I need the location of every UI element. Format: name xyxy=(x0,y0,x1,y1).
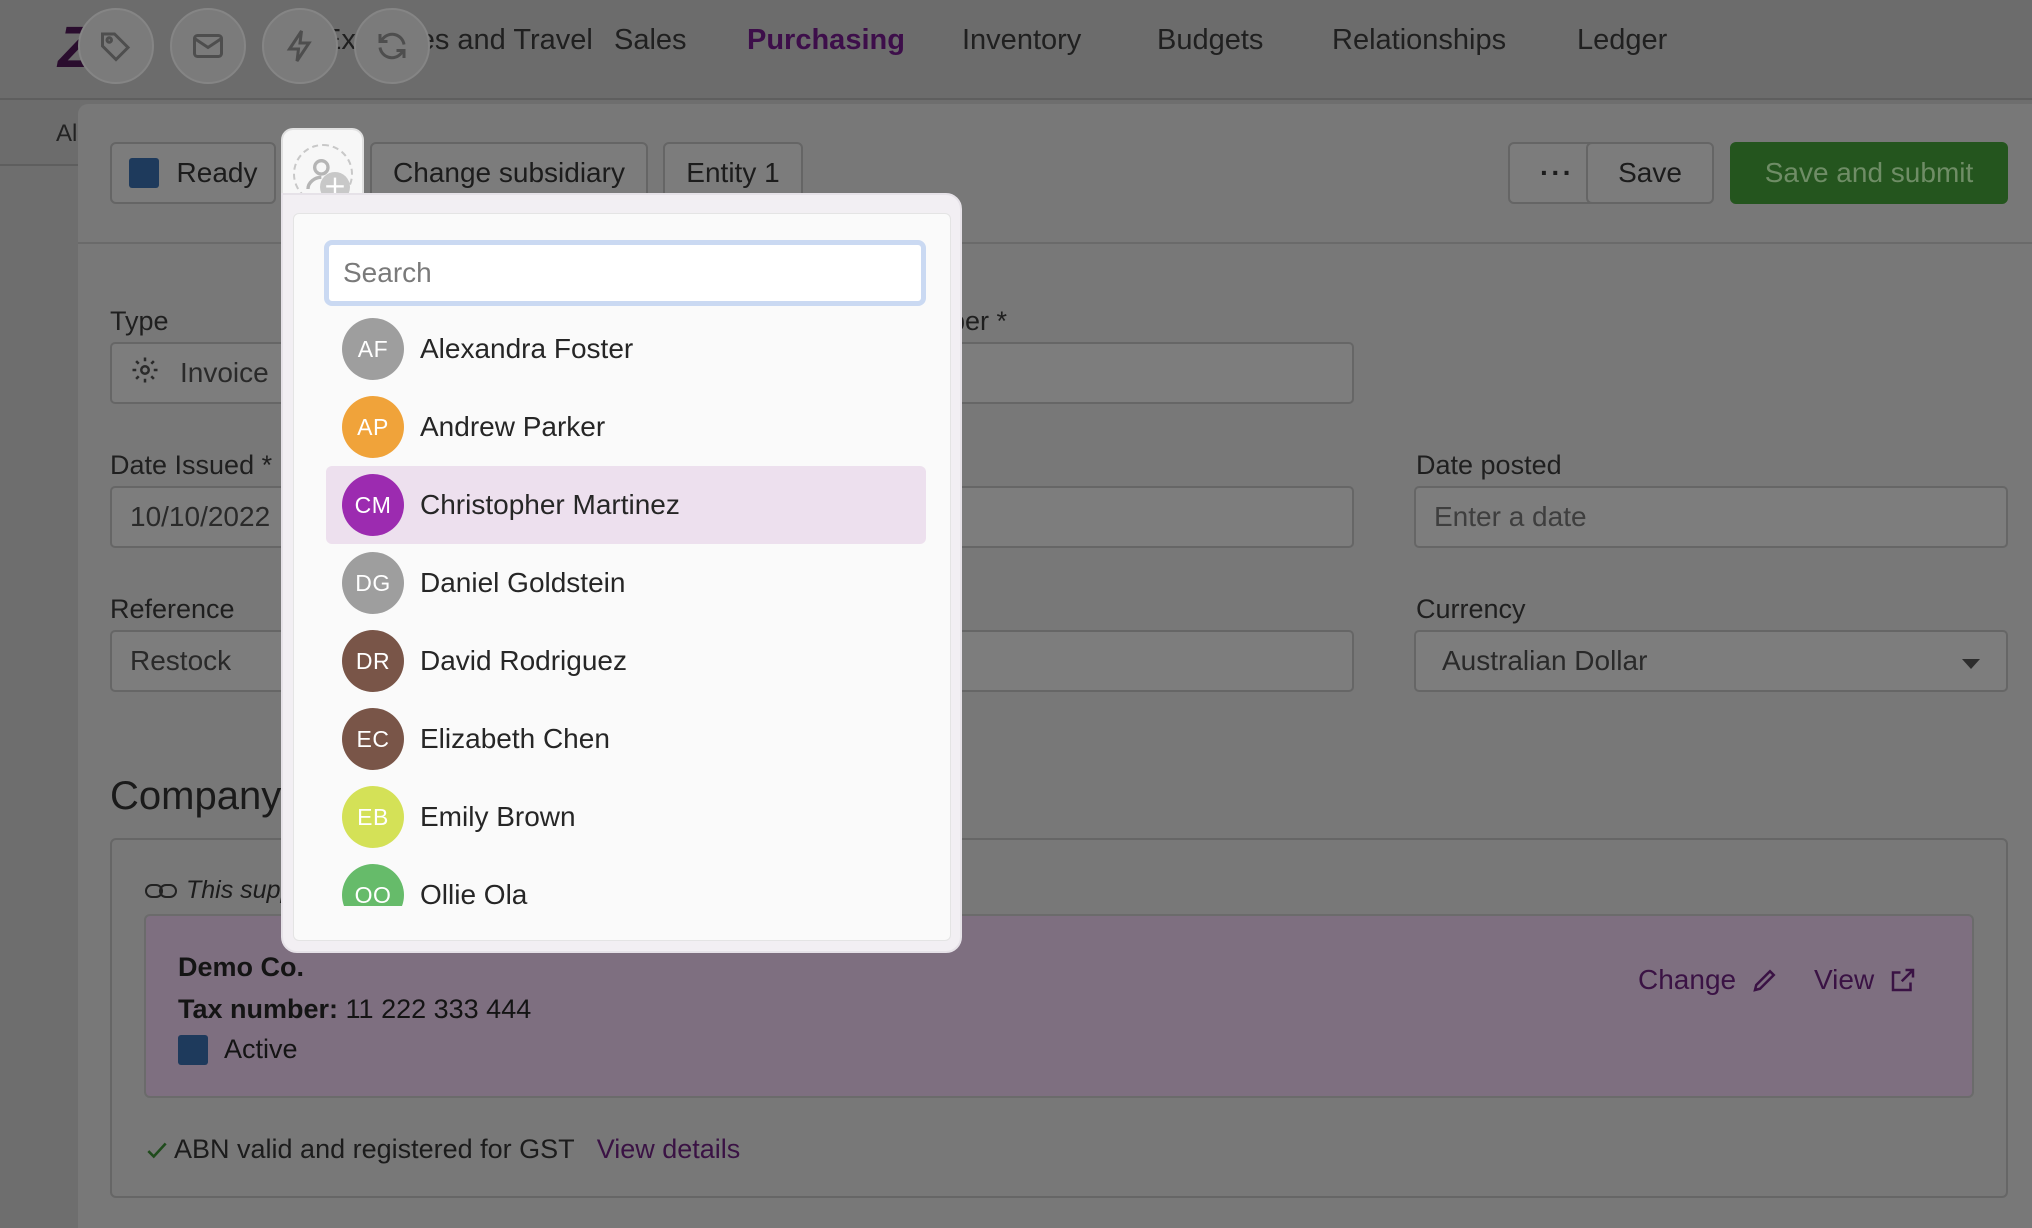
status-color-swatch xyxy=(128,158,159,188)
person-row[interactable]: EB Emily Brown xyxy=(326,778,926,856)
person-name: Elizabeth Chen xyxy=(420,723,610,754)
view-details-link[interactable]: View details xyxy=(597,1134,741,1165)
avatar: CM xyxy=(342,474,404,536)
chevron-down-icon xyxy=(1962,659,1980,669)
middle-field-2[interactable] xyxy=(948,486,1354,548)
avatar: AF xyxy=(342,318,404,380)
view-supplier-link[interactable]: View xyxy=(1814,964,1918,996)
save-and-submit-button[interactable]: Save and submit xyxy=(1730,142,2008,204)
mail-icon[interactable] xyxy=(170,8,246,84)
tax-number-row: Tax number: 11 222 333 444 xyxy=(178,994,531,1025)
assignee-dropdown-body: AF Alexandra Foster AP Andrew Parker CM … xyxy=(293,213,951,941)
person-row[interactable]: DG Daniel Goldstein xyxy=(326,544,926,622)
subnav-label[interactable]: Al xyxy=(56,120,77,148)
supplier-note: This supp xyxy=(144,876,294,905)
person-row[interactable]: AF Alexandra Foster xyxy=(326,310,926,388)
status-color-swatch xyxy=(178,1034,208,1065)
date-issued-label: Date Issued * xyxy=(110,450,273,480)
currency-label: Currency xyxy=(1416,594,1526,624)
person-name: Andrew Parker xyxy=(420,411,606,442)
supplier-note-text: This supp xyxy=(186,876,295,904)
person-row[interactable]: CM Christopher Martinez xyxy=(326,466,926,544)
company-section-title: Company xyxy=(110,774,282,818)
number-field[interactable] xyxy=(948,342,1354,404)
search-input[interactable] xyxy=(343,257,921,289)
supplier-status: Active xyxy=(178,1034,298,1065)
currency-value: Australian Dollar xyxy=(1442,645,1648,676)
person-name: Emily Brown xyxy=(420,801,576,832)
person-name: Daniel Goldstein xyxy=(420,567,626,598)
check-icon xyxy=(147,1142,167,1158)
type-label: Type xyxy=(110,306,169,336)
person-row[interactable]: EC Elizabeth Chen xyxy=(326,700,926,778)
nav-inventory[interactable]: Inventory xyxy=(962,24,1081,57)
assignee-dropdown: AF Alexandra Foster AP Andrew Parker CM … xyxy=(281,193,962,953)
change-label: Change xyxy=(1638,964,1737,995)
avatar: OO xyxy=(342,864,404,906)
view-label: View xyxy=(1814,964,1875,995)
middle-field-3[interactable] xyxy=(948,630,1354,692)
supplier-status-label: Active xyxy=(224,1034,298,1064)
person-name: David Rodriguez xyxy=(420,645,627,676)
people-list: AF Alexandra Foster AP Andrew Parker CM … xyxy=(326,310,926,906)
change-supplier-link[interactable]: Change xyxy=(1638,964,1780,996)
abn-status-row: ABN valid and registered for GST View de… xyxy=(144,1134,740,1165)
pencil-icon xyxy=(1753,969,1776,992)
status-label: Ready xyxy=(176,157,258,188)
reference-label: Reference xyxy=(110,594,235,624)
person-name: Alexandra Foster xyxy=(420,333,634,364)
avatar: DR xyxy=(342,630,404,692)
currency-select[interactable]: Australian Dollar xyxy=(1414,630,2008,692)
tag-icon[interactable] xyxy=(78,8,154,84)
nav-sales[interactable]: Sales xyxy=(614,24,687,57)
nav-relationships[interactable]: Relationships xyxy=(1332,24,1506,57)
person-row[interactable]: DR David Rodriguez xyxy=(326,622,926,700)
avatar: AP xyxy=(342,396,404,458)
supplier-name: Demo Co. xyxy=(178,952,305,982)
sub-navigation: Al xyxy=(0,100,80,166)
lightning-icon[interactable] xyxy=(262,8,338,84)
save-button[interactable]: Save xyxy=(1586,142,1714,204)
date-posted-field[interactable]: Enter a date xyxy=(1414,486,2008,548)
nav-ledger[interactable]: Ledger xyxy=(1577,24,1667,57)
person-name: Ollie Ola xyxy=(420,879,528,906)
person-name: Christopher Martinez xyxy=(420,489,680,520)
avatar: DG xyxy=(342,552,404,614)
date-posted-label: Date posted xyxy=(1416,450,1562,480)
status-button[interactable]: Ready xyxy=(110,142,276,204)
top-navigation: Ze Expenses and Travel Sales Purchasing … xyxy=(0,0,2032,100)
refresh-icon[interactable] xyxy=(354,8,430,84)
avatar: EB xyxy=(342,786,404,848)
abn-status-text: ABN valid and registered for GST xyxy=(174,1134,575,1164)
nav-budgets[interactable]: Budgets xyxy=(1157,24,1263,57)
link-icon xyxy=(145,883,177,898)
external-link-icon xyxy=(1891,968,1915,992)
person-row[interactable]: AP Andrew Parker xyxy=(326,388,926,466)
avatar: EC xyxy=(342,708,404,770)
gear-icon xyxy=(130,355,180,392)
person-row[interactable]: OO Ollie Ola xyxy=(326,856,926,906)
type-value: Invoice xyxy=(180,357,269,388)
search-field[interactable] xyxy=(324,240,926,306)
nav-purchasing[interactable]: Purchasing xyxy=(747,24,905,57)
tax-number-value: 11 222 333 444 xyxy=(345,994,532,1024)
tax-number-label: Tax number: xyxy=(178,994,339,1024)
